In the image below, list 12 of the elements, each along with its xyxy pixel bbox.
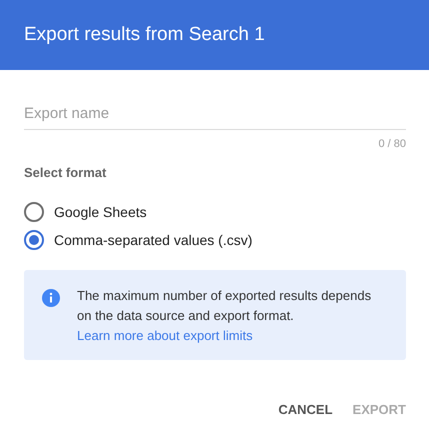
section-label: Select format — [24, 165, 106, 180]
option-label[interactable]: Comma-separated values (.csv) — [54, 232, 252, 248]
cancel-button[interactable]: CANCEL — [278, 398, 333, 421]
radio-button[interactable] — [24, 230, 44, 250]
dialog-title: Export results from Search 1 — [24, 24, 265, 46]
export-name-field[interactable]: Export name — [24, 104, 406, 130]
character-counter: 0 / 80 — [378, 138, 406, 150]
learn-more-link[interactable]: Learn more about export limits — [77, 326, 253, 346]
info-message: The maximum number of exported results depends on the data source and export format. — [77, 287, 372, 325]
option-label[interactable]: Google Sheets — [54, 204, 147, 220]
radio-button[interactable] — [24, 202, 44, 222]
info-icon — [41, 288, 61, 308]
